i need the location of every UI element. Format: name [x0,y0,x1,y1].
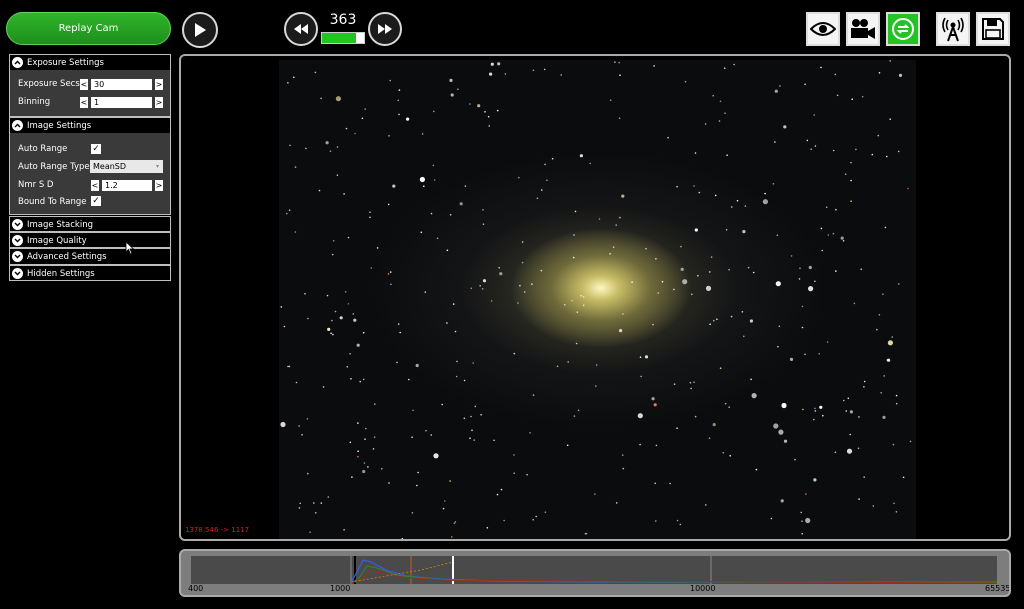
exposure-secs-decrement[interactable]: < [80,79,88,90]
histogram-label-10000: 10000 [690,584,716,593]
histogram-label-min: 400 [188,584,204,593]
nmr-sd-field[interactable]: 1.2 [102,180,152,191]
frame-progress-bar[interactable] [321,32,365,44]
advanced-settings-panel[interactable]: Advanced Settings [9,248,171,265]
histogram-panel[interactable]: 400 1000 10000 65535 [179,549,1011,597]
auto-range-label: Auto Range [18,144,68,154]
nmr-sd-increment[interactable]: > [155,180,163,191]
exposure-secs-field[interactable]: 30 [91,79,152,90]
frame-number: 363 [329,12,357,28]
image-settings-panel: Image Settings Auto Range ✓ Auto Range T… [9,117,171,215]
image-settings-body: Auto Range ✓ Auto Range Type MeanSD ▾ Nmr… [10,133,170,214]
exposure-settings-title: Exposure Settings [27,57,104,68]
image-settings-header[interactable]: Image Settings [10,118,170,133]
image-quality-title: Image Quality [27,235,87,246]
eye-icon [810,22,836,36]
image-stacking-panel[interactable]: Image Stacking [9,216,171,232]
image-quality-panel[interactable]: Image Quality [9,232,171,248]
record-button[interactable] [846,12,880,46]
histogram-curves [350,556,998,584]
exposure-settings-panel: Exposure Settings Exposure Secs < 30 > B… [9,54,171,117]
hidden-settings-title: Hidden Settings [27,268,95,279]
binning-increment[interactable]: > [155,97,163,108]
mouse-cursor-icon [125,241,135,255]
fast-forward-icon [378,24,392,34]
chevron-down-icon [12,219,23,230]
rewind-icon [294,24,308,34]
chevron-up-icon [12,120,23,131]
auto-range-checkbox[interactable]: ✓ [91,144,101,154]
binning-field[interactable]: 1 [91,97,152,108]
nmr-sd-label: Nmr S D [18,180,54,190]
view-button[interactable] [806,12,840,46]
chevron-down-icon [12,251,23,262]
galaxy-image[interactable] [279,60,916,539]
hidden-settings-panel[interactable]: Hidden Settings [9,265,171,281]
chevron-down-icon [12,235,23,246]
chevron-down-icon: ▾ [155,163,159,170]
cursor-coordinate-readout: 1378,546 -> 1117 [185,526,250,534]
image-settings-title: Image Settings [27,120,92,131]
save-button[interactable] [976,12,1010,46]
image-stacking-title: Image Stacking [27,219,93,230]
binning-label: Binning [18,97,51,107]
bound-to-range-label: Bound To Range [18,197,87,207]
save-icon [982,18,1004,40]
chevron-down-icon [12,268,23,279]
auto-range-type-value: MeanSD [93,162,127,171]
histogram-plot[interactable] [191,556,998,584]
exposure-settings-body: Exposure Secs < 30 > Binning < 1 > [10,70,170,116]
histogram-label-max: 65535 [985,584,1011,593]
nmr-sd-decrement[interactable]: < [91,180,99,191]
bound-to-range-checkbox[interactable]: ✓ [91,196,101,206]
frame-progress-fill [322,33,357,43]
exposure-secs-increment[interactable]: > [155,79,163,90]
rewind-button[interactable] [284,12,318,46]
auto-range-type-label: Auto Range Type [18,162,90,172]
loop-icon [892,18,914,40]
play-button[interactable] [182,12,218,48]
exposure-secs-label: Exposure Secs [18,79,80,89]
binning-decrement[interactable]: < [80,97,88,108]
broadcast-icon [942,17,964,42]
replay-cam-button[interactable]: Replay Cam [6,12,171,45]
exposure-settings-header[interactable]: Exposure Settings [10,55,170,70]
loop-button[interactable] [886,12,920,46]
video-camera-icon [851,19,875,39]
histogram-label-1000: 1000 [330,584,351,593]
broadcast-button[interactable] [936,12,970,46]
auto-range-type-select[interactable]: MeanSD ▾ [90,160,163,173]
play-icon [195,23,206,37]
image-viewer[interactable]: 1378,546 -> 1117 [179,54,1011,541]
chevron-up-icon [12,57,23,68]
fast-forward-button[interactable] [368,12,402,46]
advanced-settings-title: Advanced Settings [27,251,107,262]
star-field [280,60,912,539]
